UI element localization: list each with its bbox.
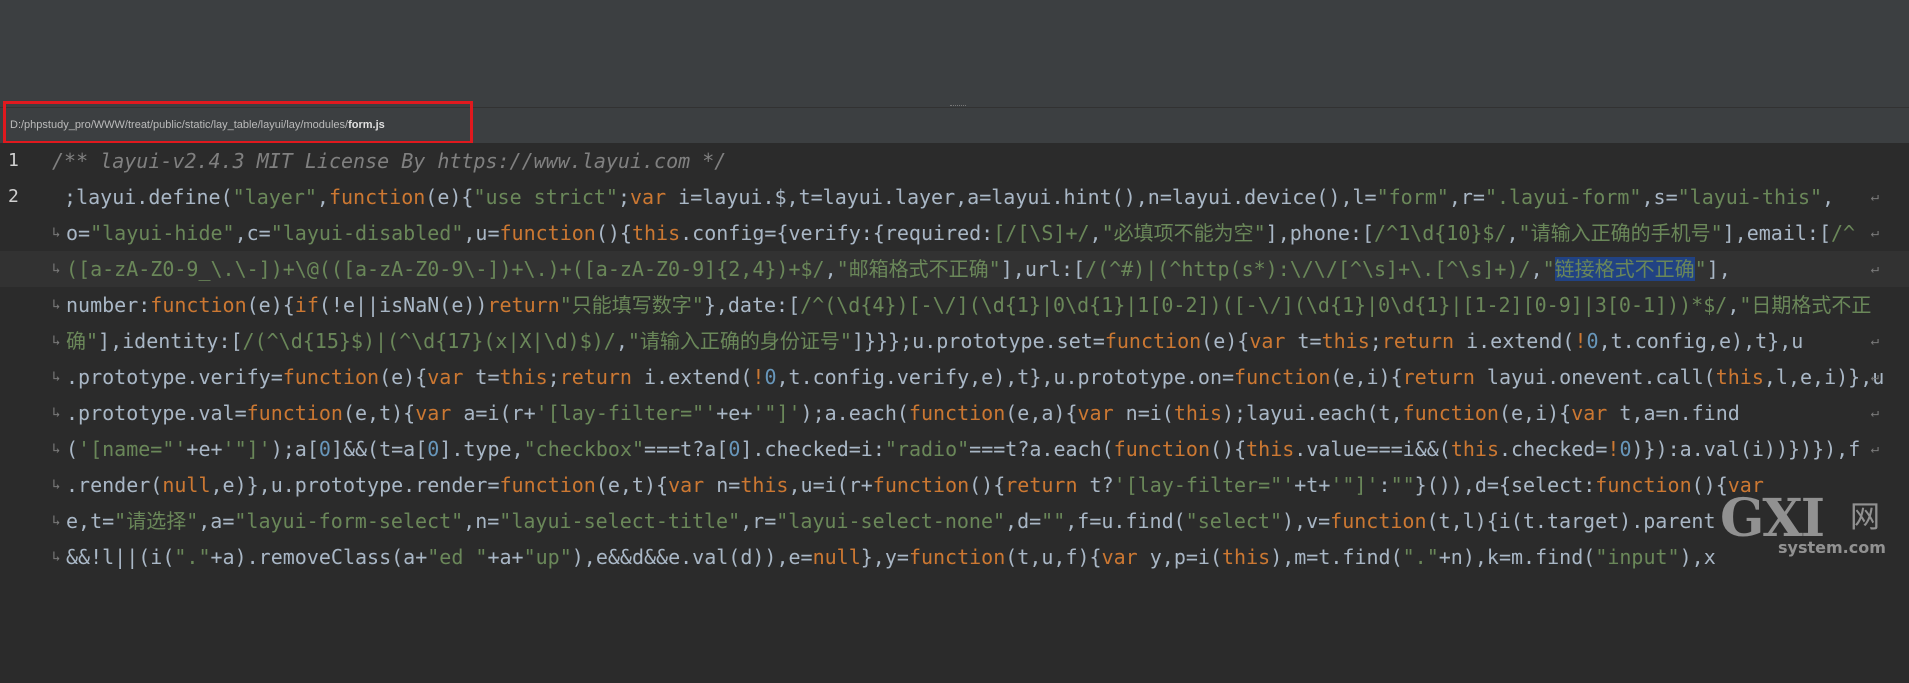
line-number: 1 xyxy=(8,150,19,171)
code-line-wrap: ↳ o="layui-hide",c="layui-disabled",u=fu… xyxy=(0,215,1909,251)
watermark-domain: system.com xyxy=(1778,538,1886,557)
code-line-2: 2 ;layui.define("layer",function(e){"use… xyxy=(0,179,1909,215)
code-line-wrap: ↳ 确"],identity:[/(^\d{15}$)|(^\d{17}(x|X… xyxy=(0,323,1909,359)
soft-wrap-icon: ↳ xyxy=(52,477,61,493)
soft-wrap-icon: ↳ xyxy=(52,513,61,529)
code-text: ;layui.define("layer",function(e){"use s… xyxy=(52,185,1835,209)
upper-editor-pane xyxy=(0,0,1909,107)
code-text: .prototype.val=function(e,t){var a=i(r+'… xyxy=(66,401,1740,425)
code-text: /** layui-v2.4.3 MIT License By https://… xyxy=(52,149,727,173)
code-text: 确"],identity:[/(^\d{15}$)|(^\d{17}(x|X|\… xyxy=(66,329,1804,353)
soft-wrap-end-icon: ↵ xyxy=(1870,261,1879,277)
code-text: ([a-zA-Z0-9_\.\-])+\@(([a-zA-Z0-9\-])+\.… xyxy=(66,257,1731,281)
code-text: e,t="请选择",a="layui-form-select",n="layui… xyxy=(66,509,1716,533)
code-editor[interactable]: 1 /** layui-v2.4.3 MIT License By https:… xyxy=(0,143,1909,577)
soft-wrap-end-icon: ↵ xyxy=(1870,189,1879,205)
line-number: 2 xyxy=(8,186,19,207)
soft-wrap-icon: ↳ xyxy=(52,225,61,241)
soft-wrap-icon: ↳ xyxy=(52,441,61,457)
code-line-wrap-current: ↳ ([a-zA-Z0-9_\.\-])+\@(([a-zA-Z0-9\-])+… xyxy=(0,251,1909,287)
code-line-wrap: ↳ .render(null,e)},u.prototype.render=fu… xyxy=(0,467,1909,503)
code-line-wrap: ↳ number:function(e){if(!e||isNaN(e))ret… xyxy=(0,287,1909,323)
code-text: .prototype.verify=function(e){var t=this… xyxy=(66,365,1885,389)
soft-wrap-icon: ↳ xyxy=(52,333,61,349)
soft-wrap-icon: ↳ xyxy=(52,549,61,565)
watermark-net: 网 xyxy=(1850,500,1880,535)
code-text: .render(null,e)},u.prototype.render=func… xyxy=(66,473,1764,497)
code-line-wrap: ↳ ('[name="'+e+'"]');a[0]&&(t=a[0].type,… xyxy=(0,431,1909,467)
soft-wrap-end-icon: ↵ xyxy=(1870,441,1879,457)
site-watermark: GXI 网 system.com xyxy=(1720,488,1909,577)
code-text: o="layui-hide",c="layui-disabled",u=func… xyxy=(66,221,1856,245)
code-line-wrap: ↳ .prototype.val=function(e,t){var a=i(r… xyxy=(0,395,1909,431)
soft-wrap-end-icon: ↵ xyxy=(1870,405,1879,421)
soft-wrap-end-icon: ↵ xyxy=(1870,225,1879,241)
code-text: number:function(e){if(!e||isNaN(e))retur… xyxy=(66,293,1872,317)
code-line-wrap: ↳ e,t="请选择",a="layui-form-select",n="lay… xyxy=(0,503,1909,539)
soft-wrap-icon: ↳ xyxy=(52,405,61,421)
code-line-1: 1 /** layui-v2.4.3 MIT License By https:… xyxy=(0,143,1909,179)
code-line-wrap: ↳ &&!l||(i("."+a).removeClass(a+"ed "+a+… xyxy=(0,539,1909,575)
soft-wrap-icon: ↳ xyxy=(52,369,61,385)
soft-wrap-icon: ↳ xyxy=(52,297,61,313)
soft-wrap-icon: ↳ xyxy=(52,261,61,277)
code-line-wrap: ↳ .prototype.verify=function(e){var t=th… xyxy=(0,359,1909,395)
code-text: ('[name="'+e+'"]');a[0]&&(t=a[0].type,"c… xyxy=(66,437,1861,461)
code-text: &&!l||(i("."+a).removeClass(a+"ed "+a+"u… xyxy=(66,545,1716,569)
soft-wrap-end-icon: ↵ xyxy=(1870,333,1879,349)
annotation-highlight-box xyxy=(3,101,473,144)
soft-wrap-end-icon: ↵ xyxy=(1870,369,1879,385)
